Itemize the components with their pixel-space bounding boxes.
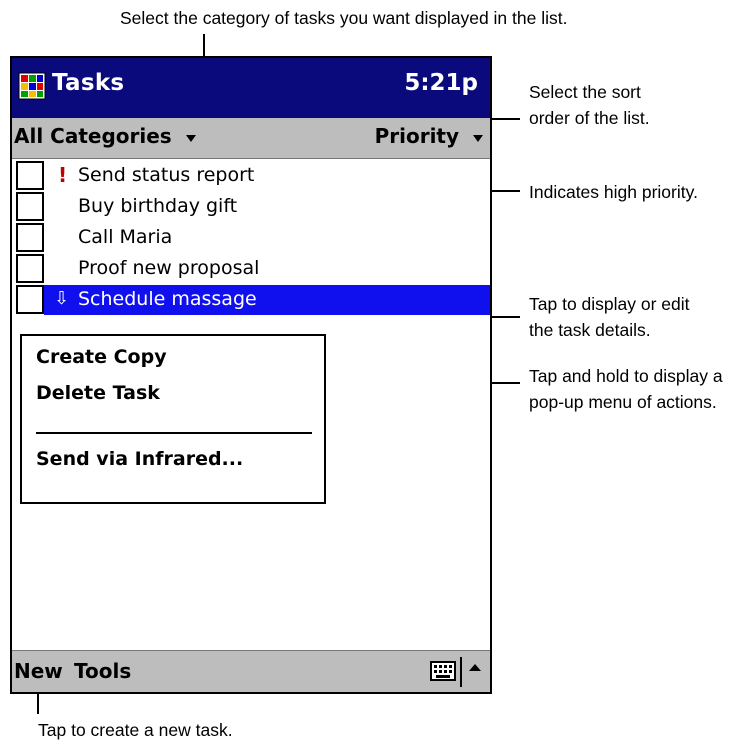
high-priority-icon: ! <box>58 163 68 187</box>
task-title: Proof new proposal <box>78 257 260 279</box>
task-row-selected[interactable]: ⇩ Schedule massage <box>12 285 490 315</box>
annotation-tap-line2: the task details. <box>529 320 651 340</box>
sort-label: Priority <box>374 124 460 148</box>
menu-item-delete-task[interactable]: Delete Task <box>36 382 160 404</box>
task-checkbox[interactable] <box>16 254 44 283</box>
chevron-down-icon <box>473 134 483 142</box>
category-dropdown[interactable]: All Categories <box>14 124 197 148</box>
task-checkbox[interactable] <box>16 223 44 252</box>
up-arrow-icon[interactable] <box>468 661 482 675</box>
chevron-down-icon <box>185 134 196 142</box>
annotation-sort-line2: order of the list. <box>529 108 650 128</box>
low-priority-icon: ⇩ <box>54 288 70 309</box>
annotation-category: Select the category of tasks you want di… <box>120 8 568 28</box>
clock[interactable]: 5:21p <box>404 70 478 96</box>
filter-bar: All Categories Priority <box>12 118 490 159</box>
title-bar: Tasks 5:21p <box>12 58 490 118</box>
annotation-hold-line2: pop-up menu of actions. <box>529 392 717 412</box>
annotation-hold-line1: Tap and hold to display a <box>529 366 723 386</box>
menu-bar: New Tools <box>12 650 490 692</box>
task-title: Buy birthday gift <box>78 195 238 217</box>
annotation-new-leader <box>37 692 39 714</box>
task-row[interactable]: Proof new proposal <box>12 254 490 284</box>
task-title: Call Maria <box>78 226 173 248</box>
menu-item-create-copy[interactable]: Create Copy <box>36 346 167 368</box>
annotation-priority: Indicates high priority. <box>529 182 698 202</box>
task-row[interactable]: ! Send status report <box>12 161 490 191</box>
new-button[interactable]: New <box>14 659 63 683</box>
menu-separator <box>36 432 312 434</box>
app-title: Tasks <box>52 70 125 96</box>
task-title: Send status report <box>78 164 255 186</box>
tools-menu[interactable]: Tools <box>74 659 131 683</box>
input-panel-divider <box>460 657 462 687</box>
tasks-app-icon[interactable] <box>18 72 46 100</box>
context-menu: Create Copy Delete Task Send via Infrare… <box>20 334 326 504</box>
category-label: All Categories <box>14 124 172 148</box>
device-screen: Tasks 5:21p All Categories Priority ! Se… <box>10 56 492 694</box>
sort-dropdown[interactable]: Priority <box>375 124 484 148</box>
task-checkbox[interactable] <box>16 192 44 221</box>
task-title: Schedule massage <box>78 288 257 310</box>
keyboard-icon[interactable] <box>430 660 456 682</box>
menu-item-send-via-infrared[interactable]: Send via Infrared... <box>36 448 243 470</box>
task-row[interactable]: Call Maria <box>12 223 490 253</box>
annotation-sort-line1: Select the sort <box>529 82 641 102</box>
task-checkbox[interactable] <box>16 285 44 314</box>
annotation-tap-line1: Tap to display or edit <box>529 294 690 314</box>
annotation-new-task: Tap to create a new task. <box>38 720 233 740</box>
task-row[interactable]: Buy birthday gift <box>12 192 490 222</box>
task-checkbox[interactable] <box>16 161 44 190</box>
